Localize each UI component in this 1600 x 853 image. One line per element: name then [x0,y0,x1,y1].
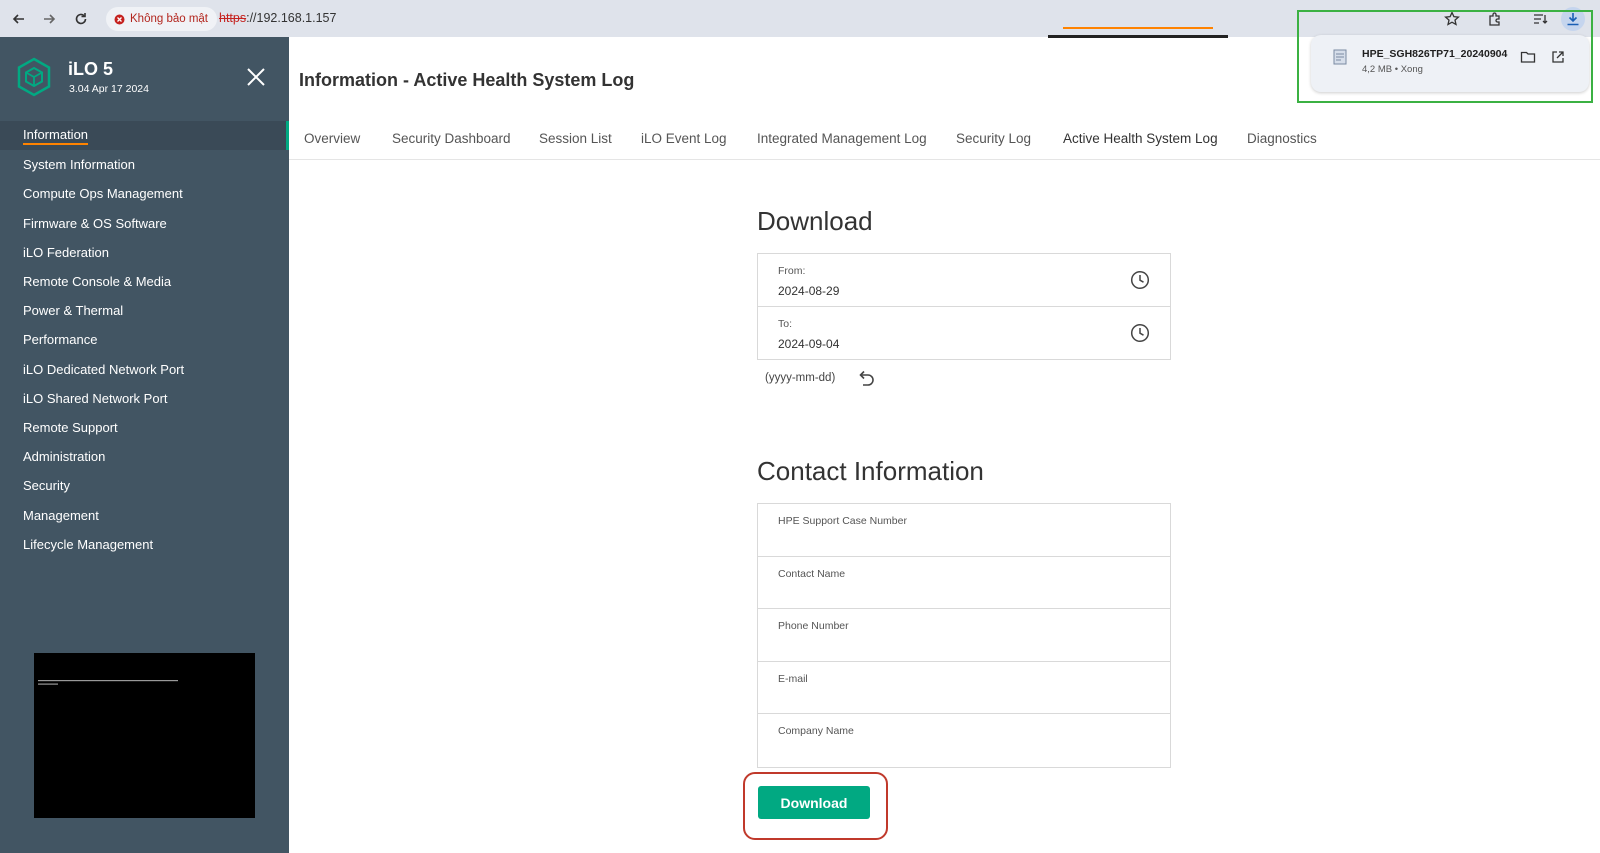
tab-session-list[interactable]: Session List [539,131,612,146]
sidebar-item-label: iLO Dedicated Network Port [23,361,185,377]
sidebar-item-power-thermal[interactable]: Power & Thermal [0,296,289,325]
sidebar-item-label: System Information [23,157,135,173]
url-host: ://192.168.1.157 [246,11,337,25]
download-button[interactable]: Download [758,786,870,819]
file-icon [1333,49,1347,70]
sidebar-item-label: Remote Console & Media [23,274,172,290]
sidebar-item-remote-support[interactable]: Remote Support [0,413,289,442]
email-field[interactable]: E-mail [758,662,1170,714]
sidebar-item-label: iLO Federation [23,244,109,260]
active-tab-underline [1063,27,1213,29]
contact-section-title: Contact Information [757,456,984,486]
download-file-name: HPE_SGH826TP71_20240904 [1362,48,1508,60]
field-label: HPE Support Case Number [778,515,907,527]
download-file-meta: 4,2 MB • Xong [1362,64,1423,75]
warning-icon [114,14,125,24]
sidebar-item-compute-ops-management[interactable]: Compute Ops Management [0,179,289,208]
back-arrow-icon[interactable] [8,8,30,30]
from-label: From: [778,265,806,277]
forward-arrow-icon[interactable] [38,8,60,30]
sidebar-item-label: iLO Shared Network Port [23,390,168,406]
sidebar-item-label: Lifecycle Management [23,536,154,552]
reset-undo-icon[interactable] [856,369,876,389]
sidebar-item-label: Administration [23,449,106,465]
sidebar-item-label: Compute Ops Management [23,186,183,202]
tab-overview[interactable]: Overview [304,131,360,146]
tab-security-log[interactable]: Security Log [956,131,1031,146]
sidebar-item-remote-console-media[interactable]: Remote Console & Media [0,267,289,296]
tab-integrated-management-log[interactable]: Integrated Management Log [757,131,927,146]
from-value: 2024-08-29 [778,284,840,298]
tab-diagnostics[interactable]: Diagnostics [1247,131,1317,146]
sidebar-item-ilo-shared-network-port[interactable]: iLO Shared Network Port [0,384,289,413]
close-icon[interactable] [246,67,270,91]
sidebar-item-label: Firmware & OS Software [23,215,167,231]
sidebar-item-label: Information [23,127,89,145]
sidebar-item-label: Remote Support [23,419,118,435]
sidebar-item-label: Power & Thermal [23,303,124,319]
remote-console-thumbnail[interactable] [34,653,255,818]
sidebar-item-system-information[interactable]: System Information [0,150,289,179]
url-protocol: https [219,11,247,25]
security-label: Không bảo mật [130,13,209,25]
security-warning-chip[interactable]: Không bảo mật [106,7,218,31]
sidebar-item-label: Management [23,507,99,523]
field-label: E-mail [778,672,808,685]
to-label: To: [778,317,793,330]
url-bar[interactable]: https://192.168.1.157 [219,11,336,25]
clock-icon[interactable] [1130,323,1150,343]
app-name: iLO 5 [68,59,114,79]
download-section-title: Download [757,206,873,236]
field-label: Contact Name [778,567,846,580]
to-date-field[interactable]: To: 2024-09-04 [758,307,1170,360]
company-name-field[interactable]: Company Name [758,714,1170,767]
folder-icon[interactable] [1520,49,1538,67]
sidebar-item-administration[interactable]: Administration [0,442,289,471]
phone-number-field[interactable]: Phone Number [758,609,1170,662]
date-range-box: From: 2024-08-29 To: 2024-09-04 [757,253,1171,360]
date-format-hint: (yyyy-mm-dd) [765,372,836,384]
sidebar-item-security[interactable]: Security [0,471,289,500]
contact-name-field[interactable]: Contact Name [758,557,1170,609]
open-external-icon[interactable] [1550,49,1568,67]
sidebar-item-label: Performance [23,332,98,348]
clock-icon[interactable] [1130,270,1150,290]
tab-ilo-event-log[interactable]: iLO Event Log [641,131,727,146]
to-value: 2024-09-04 [778,336,840,351]
page-title: Information - Active Health System Log [299,70,635,90]
sidebar-item-management[interactable]: Management [0,500,289,529]
field-label: Company Name [778,725,854,737]
console-text-lines [38,679,188,690]
ilo-logo-icon [16,57,52,102]
sidebar-item-ilo-dedicated-network-port[interactable]: iLO Dedicated Network Port [0,355,289,384]
reload-icon[interactable] [70,8,92,30]
tab-bar: Overview Security Dashboard Session List… [289,122,1600,160]
sidebar-nav: Information System Information Compute O… [0,121,289,559]
sidebar-item-label: Security [23,478,70,494]
hpe-support-case-number-field[interactable]: HPE Support Case Number [758,504,1170,557]
download-item[interactable]: HPE_SGH826TP71_20240904 4,2 MB • Xong [1311,35,1589,92]
sidebar-item-lifecycle-management[interactable]: Lifecycle Management [0,530,289,559]
sidebar-item-ilo-federation[interactable]: iLO Federation [0,238,289,267]
app-version: 3.04 Apr 17 2024 [69,83,149,95]
sidebar-item-performance[interactable]: Performance [0,325,289,354]
active-tab-indicator [1048,35,1228,38]
sidebar-item-firmware-os-software[interactable]: Firmware & OS Software [0,209,289,238]
tab-security-dashboard[interactable]: Security Dashboard [392,131,511,146]
field-label: Phone Number [778,620,849,632]
tab-active-health-system-log[interactable]: Active Health System Log [1063,131,1218,146]
contact-form-box: HPE Support Case Number Contact Name Pho… [757,503,1171,768]
from-date-field[interactable]: From: 2024-08-29 [758,254,1170,307]
sidebar-item-information[interactable]: Information [0,121,289,151]
sidebar: iLO 5 3.04 Apr 17 2024 Information Syste… [0,37,289,853]
